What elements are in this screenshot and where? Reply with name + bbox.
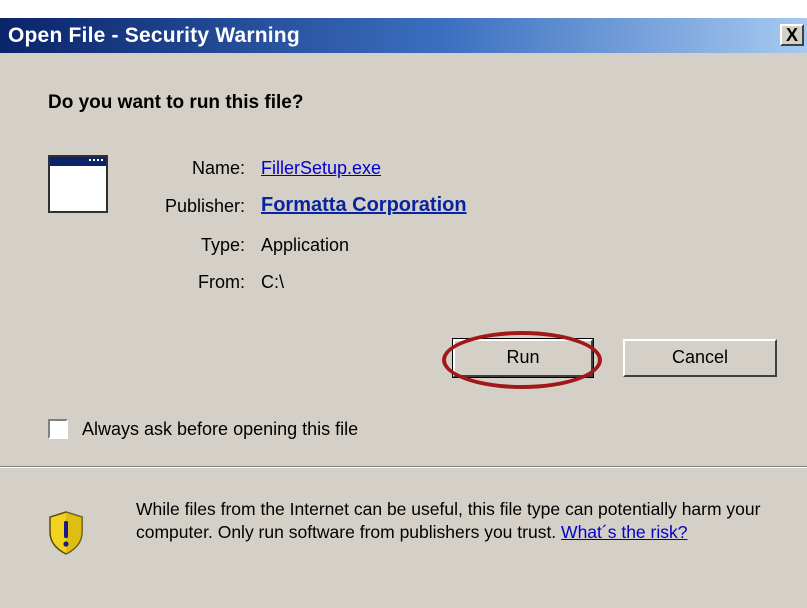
always-ask-label[interactable]: Always ask before opening this file	[82, 419, 358, 440]
name-value[interactable]: FillerSetup.exe	[261, 158, 381, 179]
separator	[0, 466, 807, 468]
publisher-value[interactable]: Formatta Corporation	[261, 194, 467, 217]
title-bar[interactable]: Open File - Security Warning X	[0, 18, 807, 53]
file-name-link[interactable]: FillerSetup.exe	[261, 158, 381, 178]
window-title: Open File - Security Warning	[8, 24, 300, 47]
from-label: From:	[198, 272, 245, 292]
from-value: C:\	[261, 272, 285, 292]
dialog-question: Do you want to run this file?	[48, 92, 304, 113]
always-ask-checkbox[interactable]	[48, 419, 68, 439]
type-value: Application	[261, 235, 350, 255]
application-window-icon	[48, 155, 108, 213]
cancel-button[interactable]: Cancel	[623, 339, 777, 377]
name-label: Name:	[191, 158, 245, 178]
run-button[interactable]: Run	[452, 338, 594, 378]
dialog-top-edge	[0, 0, 807, 18]
type-label: Type:	[200, 235, 245, 255]
warning-text-block: While files from the Internet can be use…	[136, 498, 776, 544]
whats-the-risk-link[interactable]: What´s the risk?	[561, 522, 687, 542]
close-icon: X	[785, 25, 798, 45]
publisher-link[interactable]: Formatta Corporation	[261, 194, 467, 216]
close-button[interactable]: X	[780, 24, 804, 46]
security-shield-warning-icon	[49, 511, 83, 555]
publisher-label: Publisher:	[164, 196, 245, 216]
security-warning-dialog: Open File - Security Warning X Do you wa…	[0, 0, 807, 608]
